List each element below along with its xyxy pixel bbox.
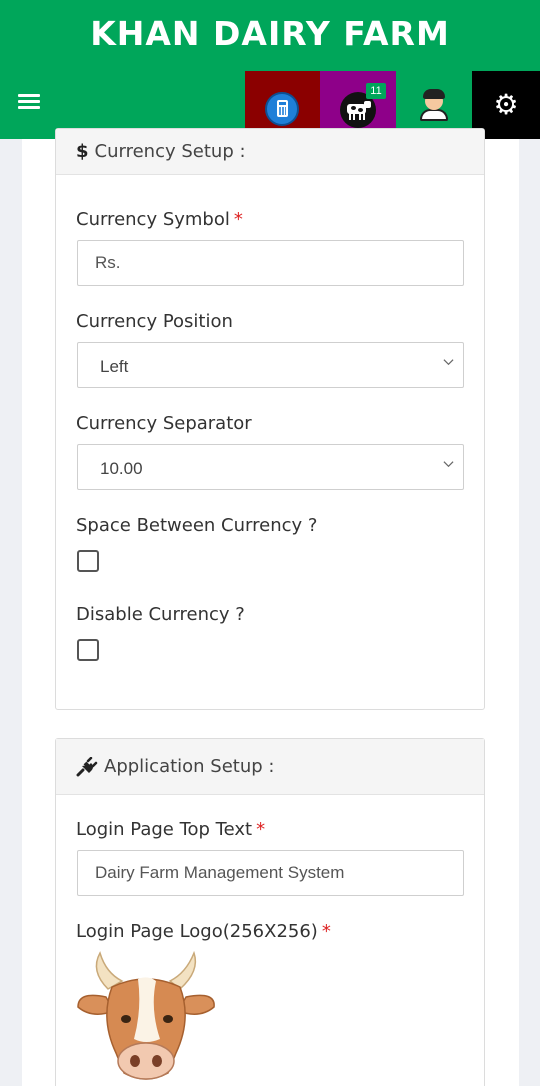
currency-symbol-input[interactable] bbox=[77, 240, 464, 286]
user-avatar-icon bbox=[418, 87, 450, 123]
required-mark: * bbox=[256, 819, 266, 840]
calculator-icon bbox=[265, 92, 299, 126]
app-title: KHAN DAIRY FARM bbox=[90, 14, 450, 53]
chevron-down-icon bbox=[443, 461, 454, 468]
application-setup-panel: Application Setup : Login Page Top Text *… bbox=[55, 738, 485, 1086]
disable-currency-checkbox[interactable] bbox=[77, 639, 99, 661]
currency-setup-heading: $ Currency Setup : bbox=[56, 129, 484, 175]
currency-position-select[interactable]: Left bbox=[77, 342, 464, 388]
gear-icon: ⚙ bbox=[493, 89, 519, 120]
login-top-text-input[interactable] bbox=[77, 850, 464, 896]
currency-setup-title: Currency Setup : bbox=[94, 141, 246, 162]
space-between-currency-label: Space Between Currency ? bbox=[76, 515, 318, 536]
plug-icon bbox=[76, 756, 98, 776]
currency-separator-select[interactable]: 10.00 bbox=[77, 444, 464, 490]
application-setup-heading: Application Setup : bbox=[56, 739, 484, 795]
currency-separator-value: 10.00 bbox=[100, 459, 143, 478]
currency-setup-panel: $ Currency Setup : Currency Symbol* Curr… bbox=[55, 128, 485, 710]
login-top-text-label: Login Page Top Text * bbox=[76, 819, 266, 840]
currency-position-label: Currency Position bbox=[76, 311, 233, 332]
application-setup-title: Application Setup : bbox=[104, 756, 275, 777]
required-mark: * bbox=[233, 209, 243, 230]
chevron-down-icon bbox=[443, 359, 454, 366]
cow-head-logo[interactable] bbox=[76, 949, 218, 1086]
notification-badge: 11 bbox=[366, 83, 386, 99]
currency-separator-label: Currency Separator bbox=[76, 413, 252, 434]
top-header: KHAN DAIRY FARM 11 ⚙ bbox=[0, 0, 540, 139]
disable-currency-label: Disable Currency ? bbox=[76, 604, 245, 625]
login-logo-label: Login Page Logo(256X256) * bbox=[76, 921, 331, 942]
currency-symbol-label: Currency Symbol * bbox=[76, 209, 243, 230]
space-between-currency-checkbox[interactable] bbox=[77, 550, 99, 572]
required-mark: * bbox=[321, 921, 331, 942]
currency-position-value: Left bbox=[100, 357, 129, 376]
hamburger-icon[interactable] bbox=[18, 94, 40, 114]
dollar-icon: $ bbox=[76, 141, 89, 162]
